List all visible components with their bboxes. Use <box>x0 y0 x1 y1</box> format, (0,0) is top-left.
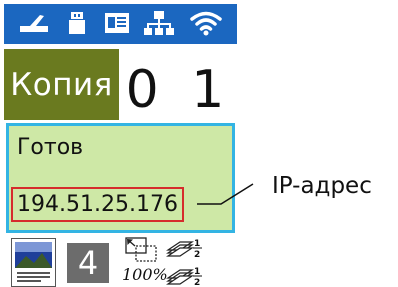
svg-text:2: 2 <box>194 278 200 286</box>
copy-mode-label: Копия <box>10 66 113 103</box>
copies-count-field[interactable]: 0 1 <box>121 49 237 120</box>
one-sided-to-two-sided-icon[interactable]: 1 2 <box>164 236 204 258</box>
density-level-value: 4 <box>77 244 99 282</box>
ip-address-value: 194.51.25.176 <box>17 192 178 217</box>
lcd-screen: Копия 0 1 Готов 194.51.25.176 4 100% 1 2… <box>4 4 237 287</box>
zoom-percentage: 100% <box>122 265 168 284</box>
copies-count-value: 0 1 <box>125 60 233 120</box>
zoom-resize-icon[interactable] <box>124 236 158 264</box>
wifi-icon <box>190 11 222 36</box>
usb-memory-icon <box>69 12 85 34</box>
status-bar <box>4 4 237 44</box>
status-panel: Готов 194.51.25.176 <box>6 123 235 233</box>
callout-leader-line <box>197 183 254 205</box>
network-icon <box>144 11 174 35</box>
ip-address-callout-label: IP-адрес <box>272 173 372 199</box>
density-level-button[interactable]: 4 <box>67 243 109 283</box>
ready-status-text: Готов <box>17 135 84 160</box>
copier-display-diagram: Копия 0 1 Готов 194.51.25.176 4 100% 1 2… <box>0 0 398 287</box>
scanner-icon <box>20 15 48 32</box>
id-card-icon <box>105 13 129 33</box>
two-sided-to-two-sided-icon[interactable]: 1 2 <box>164 264 204 286</box>
ip-address-highlight: 194.51.25.176 <box>11 187 184 222</box>
document-thumbnail-graphic <box>15 242 52 282</box>
svg-text:2: 2 <box>194 250 200 258</box>
settings-bar: 4 100% 1 2 1 2 <box>4 234 237 287</box>
copy-mode-button[interactable]: Копия <box>4 49 119 120</box>
document-thumbnail-icon[interactable] <box>11 238 56 287</box>
